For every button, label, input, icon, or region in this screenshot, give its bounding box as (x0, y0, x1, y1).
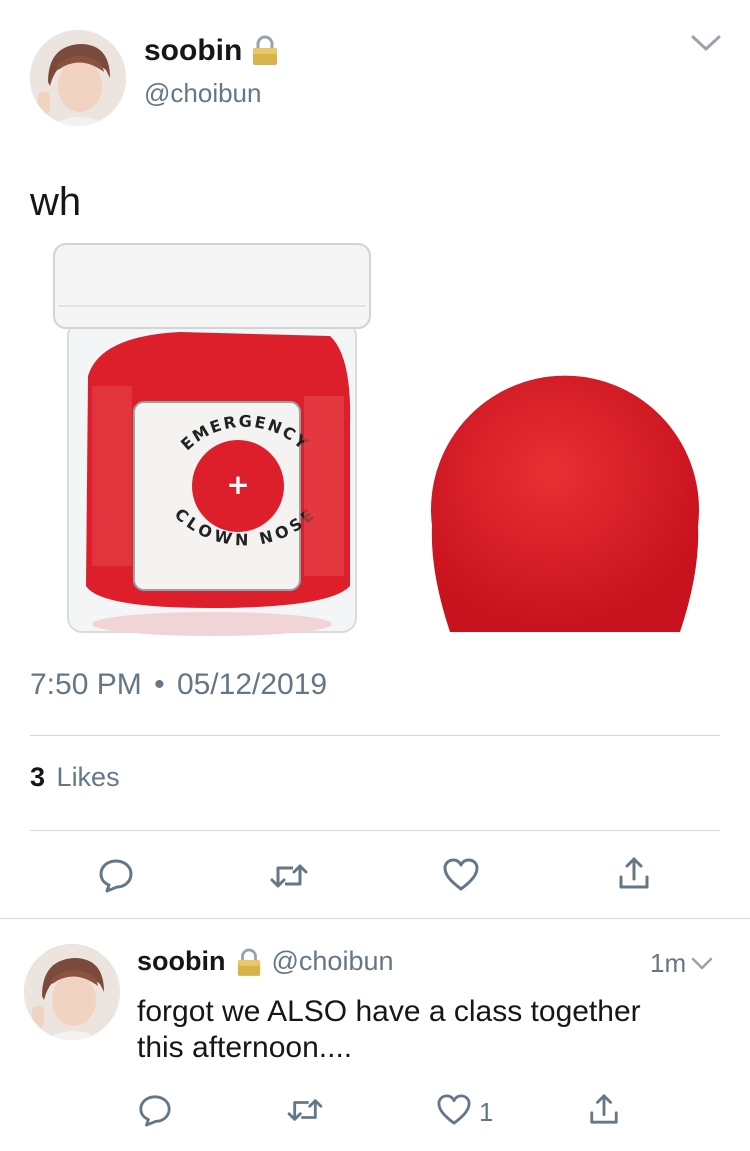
main-avatar[interactable] (30, 30, 126, 126)
retweet-icon (269, 860, 309, 897)
reply-tweet-text: forgot we ALSO have a class together thi… (137, 994, 641, 1066)
share-icon (617, 855, 651, 896)
tweet-date: 05/12/2019 (176, 668, 328, 701)
main-tweet-text: wh (30, 180, 82, 224)
reply-avatar-photo (24, 944, 120, 1040)
likes-summary[interactable]: 3 Likes (30, 762, 120, 793)
reply-meta: 1m (650, 948, 714, 979)
share-button[interactable] (617, 855, 651, 896)
lock-icon (251, 34, 279, 66)
reply-reply-button[interactable] (138, 1093, 172, 1132)
reply-avatar[interactable] (24, 944, 120, 1040)
main-handle[interactable]: @choibun (144, 78, 261, 109)
divider-bottom (30, 830, 720, 831)
reply-retweet-icon (286, 1095, 324, 1130)
reply-handle[interactable]: @choibun (272, 946, 394, 977)
reply-header: soobin @choibun (137, 946, 394, 977)
like-icon (443, 858, 479, 897)
like-button[interactable] (443, 858, 479, 897)
likes-label: Likes (56, 762, 120, 792)
reply-reply-icon (138, 1093, 172, 1132)
clown-nose-photo: + EMERGENCY CLOWN NOSE (30, 236, 720, 640)
tweet-timestamp: 7:50 PM • 05/12/2019 (30, 668, 327, 702)
reply-display-name[interactable]: soobin (137, 946, 226, 977)
reply-share-icon (588, 1092, 620, 1131)
reply-chevron-down-icon[interactable] (690, 948, 714, 979)
reply-lock-icon (236, 947, 262, 977)
reply-text-line-2: this afternoon.... (137, 1031, 353, 1064)
tweet-image[interactable]: + EMERGENCY CLOWN NOSE (30, 236, 720, 640)
reply-time-ago: 1m (650, 948, 687, 978)
thread-divider (0, 918, 750, 919)
timestamp-separator: • (154, 668, 165, 701)
tweet-time: 7:50 PM (30, 668, 142, 701)
reply-like-icon (437, 1094, 471, 1131)
reply-text-line-1: forgot we ALSO have a class together (137, 995, 641, 1028)
main-display-name[interactable]: soobin (144, 34, 242, 68)
avatar-photo (30, 30, 126, 126)
retweet-button[interactable] (269, 860, 309, 897)
svg-text:+: + (226, 468, 249, 501)
reply-retweet-button[interactable] (286, 1095, 324, 1130)
divider-top (30, 735, 720, 736)
reply-like-count: 1 (479, 1097, 494, 1127)
reply-share-button[interactable] (588, 1092, 620, 1131)
reply-icon (98, 857, 134, 898)
reply-like-button[interactable]: 1 (437, 1094, 493, 1131)
reply-button[interactable] (98, 857, 134, 898)
chevron-down-icon[interactable] (690, 34, 722, 59)
likes-count: 3 (30, 762, 46, 792)
